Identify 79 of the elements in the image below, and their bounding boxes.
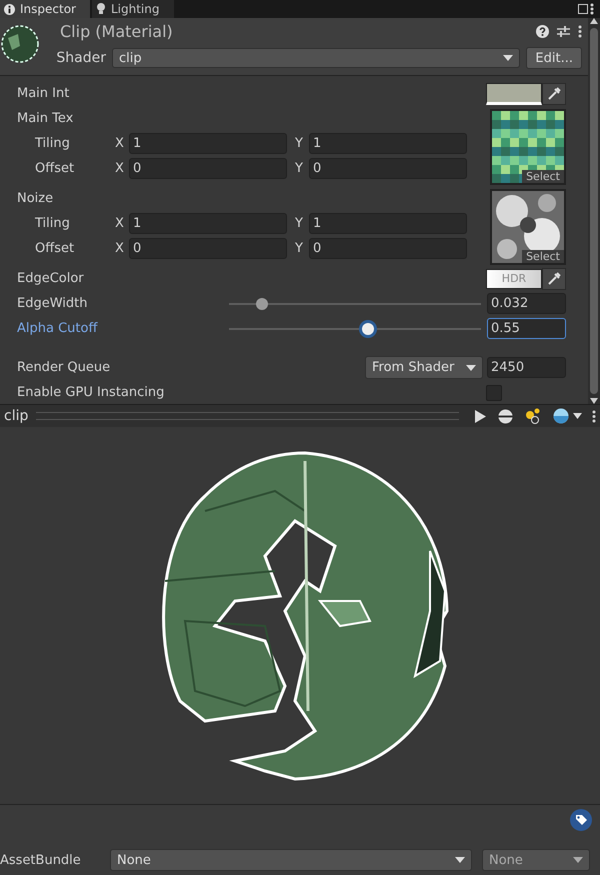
caret-icon bbox=[573, 413, 582, 419]
vector-label: Offset bbox=[35, 241, 76, 256]
property-label: EdgeWidth bbox=[17, 296, 88, 311]
caret-icon bbox=[455, 857, 465, 863]
sliders-icon[interactable] bbox=[557, 25, 570, 38]
number-field[interactable]: 0 bbox=[129, 238, 287, 259]
shader-dropdown[interactable]: clip bbox=[112, 48, 520, 68]
mesh-button[interactable] bbox=[496, 408, 515, 424]
more-icon[interactable] bbox=[578, 25, 582, 38]
number-field[interactable]: 0 bbox=[129, 158, 287, 179]
bulb-icon bbox=[96, 3, 106, 15]
slider[interactable] bbox=[229, 320, 481, 336]
background-dropdown[interactable] bbox=[551, 408, 584, 424]
number-field[interactable]: 0.55 bbox=[487, 318, 566, 339]
play-icon bbox=[475, 410, 486, 422]
vector-label: Offset bbox=[35, 161, 76, 176]
slider-handle[interactable] bbox=[256, 298, 268, 310]
sphere-icon bbox=[553, 408, 569, 424]
render-queue-dropdown[interactable]: From Shader bbox=[365, 356, 483, 379]
checkbox[interactable] bbox=[486, 384, 502, 400]
axis-label: Y bbox=[295, 161, 304, 176]
help-icon[interactable] bbox=[536, 25, 549, 38]
cloud-texture-thumbnail bbox=[492, 191, 564, 263]
number-field[interactable]: 1 bbox=[129, 133, 287, 154]
caret-icon bbox=[503, 55, 514, 61]
info-icon bbox=[4, 4, 15, 14]
eyedropper-button[interactable] bbox=[542, 268, 566, 290]
eyedropper-button[interactable] bbox=[542, 82, 566, 104]
property-label: Enable GPU Instancing bbox=[17, 385, 166, 400]
eyedropper-icon bbox=[547, 86, 561, 100]
color-swatch[interactable] bbox=[486, 82, 542, 104]
property-label: Main Tex bbox=[17, 111, 74, 126]
select-button[interactable]: Select bbox=[522, 250, 564, 263]
axis-label: Y bbox=[295, 136, 304, 151]
scrollbar-thumb[interactable] bbox=[590, 28, 598, 394]
number-field[interactable]: 2450 bbox=[487, 357, 566, 378]
property-label: Main Int bbox=[17, 86, 70, 101]
mosaic-texture-thumbnail bbox=[492, 111, 564, 183]
shader-label: Shader bbox=[55, 50, 106, 66]
axis-label: X bbox=[115, 161, 125, 176]
property-label: EdgeColor bbox=[17, 271, 85, 286]
more-icon[interactable] bbox=[590, 3, 594, 15]
number-field[interactable]: 0.032 bbox=[487, 293, 566, 314]
vector-label: Tiling bbox=[35, 136, 71, 151]
vector-label: Tiling bbox=[35, 216, 71, 231]
number-field[interactable]: 1 bbox=[129, 213, 287, 234]
number-field[interactable]: 0 bbox=[309, 238, 467, 259]
material-title: Clip (Material) bbox=[60, 22, 174, 41]
panel-tab[interactable]: Inspector bbox=[0, 0, 90, 18]
edit-button[interactable]: Edit... bbox=[526, 47, 582, 69]
select-button[interactable]: Select bbox=[522, 170, 564, 183]
caret-icon bbox=[573, 857, 583, 863]
material-preview-icon bbox=[0, 24, 40, 64]
eyedropper-icon bbox=[547, 272, 561, 286]
lights-icon bbox=[525, 408, 541, 424]
axis-label: Y bbox=[295, 241, 304, 256]
number-field[interactable]: 1 bbox=[309, 213, 467, 234]
panel-tab[interactable]: Lighting bbox=[92, 0, 174, 18]
axis-label: Y bbox=[295, 216, 304, 231]
axis-label: X bbox=[115, 136, 125, 151]
axis-label: X bbox=[115, 241, 125, 256]
number-field[interactable]: 0 bbox=[309, 158, 467, 179]
assetbundle-label: AssetBundle bbox=[0, 852, 82, 868]
preview-title: clip bbox=[4, 408, 28, 424]
drag-handle[interactable] bbox=[36, 412, 459, 420]
assetbundle-dropdown[interactable]: None bbox=[110, 849, 472, 871]
tag-icon[interactable] bbox=[570, 809, 592, 831]
more-icon[interactable] bbox=[592, 410, 596, 422]
play-button[interactable] bbox=[473, 410, 488, 422]
property-label: Noize bbox=[17, 191, 54, 206]
caret-icon bbox=[466, 364, 476, 370]
maximize-icon[interactable] bbox=[578, 4, 588, 14]
property-label: Alpha Cutoff bbox=[17, 321, 99, 336]
slider-handle[interactable] bbox=[362, 322, 374, 334]
axis-label: X bbox=[115, 216, 125, 231]
slider[interactable] bbox=[229, 296, 481, 312]
property-label: Render Queue bbox=[17, 360, 112, 375]
number-field[interactable]: 1 bbox=[309, 133, 467, 154]
sphere-icon bbox=[498, 408, 513, 424]
